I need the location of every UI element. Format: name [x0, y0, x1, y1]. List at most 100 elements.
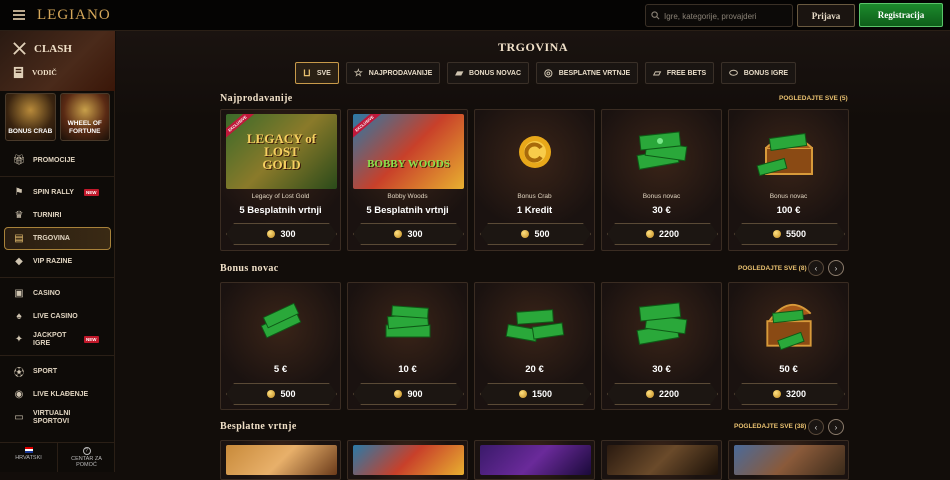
guide-icon — [13, 66, 24, 79]
price-value: 900 — [407, 389, 423, 399]
coin-icon — [267, 390, 276, 398]
game-thumbnail — [226, 445, 337, 475]
price-value: 2200 — [658, 389, 680, 399]
nav-label: TURNIRI — [33, 211, 62, 219]
vodic-link[interactable]: VODIČ — [12, 66, 57, 79]
sidebar-item-vip-razine[interactable]: ◆ VIP RAZINE — [0, 250, 115, 273]
spin-icon: ◎ — [544, 67, 553, 79]
jackpot-icon: ✦ — [14, 334, 24, 345]
price-button[interactable]: 300 — [353, 223, 464, 245]
shop-card[interactable]: 50 € 3200 — [728, 282, 849, 410]
new-badge: NEW — [84, 189, 99, 196]
filter-bonus-igre[interactable]: ⬭ BONUS IGRE — [721, 62, 797, 84]
sidebar-item-live-kladenje[interactable]: ◉ LIVE KLAĐENJE — [0, 383, 115, 406]
view-all-najprodavanije[interactable]: POGLEDAJTE SVE (5) — [779, 95, 848, 102]
view-all-besplatne-vrtnje[interactable]: POGLEDAJTE SVE (38) — [734, 423, 806, 430]
help-icon: ? — [82, 447, 91, 455]
nav-label: JACKPOT IGRE — [33, 331, 67, 347]
chevron-right-icon: › — [834, 263, 838, 273]
price-button[interactable]: 900 — [353, 383, 464, 405]
shop-card[interactable]: 30 € 2200 — [601, 282, 722, 410]
view-all-bonus-novac[interactable]: POGLEDAJTE SVE (8) — [738, 265, 807, 272]
sidebar-item-live-casino[interactable]: ♠ LIVE CASINO — [0, 305, 115, 328]
shop-card[interactable] — [220, 440, 341, 480]
filter-label: BONUS IGRE — [743, 69, 789, 77]
sidebar-item-turniri[interactable]: ♛ TURNIRI — [0, 204, 115, 227]
logo[interactable]: LEGIANO — [37, 7, 111, 24]
filter-free-bets[interactable]: ▱ FREE BETS — [645, 62, 715, 84]
virtual-icon: ▭ — [14, 412, 24, 423]
nav-label: LIVE CASINO — [33, 312, 78, 320]
sidebar-item-casino[interactable]: ▣ CASINO — [0, 282, 115, 305]
diamond-icon: ◆ — [15, 256, 23, 267]
tile-label: BONUS CRAB — [8, 128, 53, 135]
slot-icon: ▣ — [14, 288, 24, 299]
price-button[interactable]: 500 — [480, 223, 591, 245]
price-button[interactable]: 5500 — [734, 223, 845, 245]
sidebar-item-sport[interactable]: ⚽︎ SPORT — [0, 360, 115, 383]
scroll-right-button[interactable]: › — [828, 260, 844, 276]
coin-icon — [645, 390, 654, 398]
shop-card[interactable] — [347, 440, 468, 480]
scroll-left-button[interactable]: ‹ — [808, 260, 824, 276]
filter-bonus-novac[interactable]: ▰ BONUS NOVAC — [447, 62, 530, 84]
nav-label: VIP RAZINE — [33, 257, 73, 265]
help-label: CENTAR ZA POMOĆ — [71, 456, 102, 468]
filter-sve[interactable]: ⊔ SVE — [295, 62, 339, 84]
filter-label: FREE BETS — [666, 69, 707, 77]
sidebar-item-promocije[interactable]: 🎁︎ PROMOCIJE — [0, 149, 115, 172]
price-value: 300 — [407, 229, 423, 239]
price-value: 500 — [534, 229, 550, 239]
filter-besplatne-vrtnje[interactable]: ◎ BESPLATNE VRTNJE — [536, 62, 639, 84]
crab-coin-icon — [518, 136, 551, 168]
shop-card[interactable]: Bonus novac 100 € 5500 — [728, 109, 849, 251]
shop-card[interactable]: Bonus Crab 1 Kredit 500 — [474, 109, 595, 251]
sidebar-item-trgovina[interactable]: ▤ TRGOVINA — [4, 227, 111, 250]
sidebar-item-jackpot-igre[interactable]: ✦ JACKPOT IGRE NEW — [0, 328, 115, 351]
price-button[interactable]: 500 — [226, 383, 337, 405]
shop-card[interactable] — [601, 440, 722, 480]
price-button[interactable]: 2200 — [607, 223, 718, 245]
login-button[interactable]: Prijava — [797, 4, 855, 27]
coin-icon — [518, 390, 527, 398]
shop-card[interactable] — [728, 440, 849, 480]
filter-label: BONUS NOVAC — [469, 69, 522, 77]
shop-card[interactable] — [474, 440, 595, 480]
price-button[interactable]: 3200 — [734, 383, 845, 405]
menu-icon[interactable] — [13, 10, 25, 20]
treasure-chest-icon — [756, 132, 813, 177]
sidebar-item-spin-rally[interactable]: ⚑ SPIN RALLY NEW — [0, 181, 115, 204]
game-thumbnail — [353, 445, 464, 475]
cash-stack-icon — [385, 305, 430, 338]
price-button[interactable]: 1500 — [480, 383, 591, 405]
shop-card[interactable]: Bonus novac 30 € 2200 — [601, 109, 722, 251]
page-title: TRGOVINA — [497, 40, 568, 54]
filter-label: NAJPRODAVANIJE — [368, 69, 433, 77]
help-center-link[interactable]: ? CENTAR ZA POMOĆ — [58, 443, 115, 472]
shop-card[interactable]: EXCLUSIVE LEGACY of LOST GOLD Legacy of … — [220, 109, 341, 251]
shop-card[interactable]: 20 € 1500 — [474, 282, 595, 410]
star-icon: ☆ — [353, 67, 363, 79]
clash-link[interactable]: CLASH — [12, 41, 72, 56]
price-value: 5500 — [785, 229, 807, 239]
sidebar-item-virtualni-sportovi[interactable]: ▭ VIRTUALNI SPORTOVI — [0, 406, 115, 429]
row-bonus-novac: 5 € 500 10 € 900 20 € 1500 30 € 2200 50 … — [220, 282, 849, 410]
bonus-crab-tile[interactable]: BONUS CRAB — [5, 93, 56, 141]
cash-stack-icon — [636, 302, 687, 345]
card-value: 5 Besplatnih vrtnji — [239, 205, 322, 216]
scroll-right-button[interactable]: › — [828, 419, 844, 435]
filter-label: SVE — [316, 69, 331, 77]
language-switch[interactable]: HRVATSKI — [0, 443, 58, 472]
price-button[interactable]: 2200 — [607, 383, 718, 405]
scroll-left-button[interactable]: ‹ — [808, 419, 824, 435]
price-button[interactable]: 300 — [226, 223, 337, 245]
shop-card[interactable]: 5 € 500 — [220, 282, 341, 410]
register-button[interactable]: Registracija — [859, 3, 943, 27]
filter-najprodavanije[interactable]: ☆ NAJPRODAVANIJE — [345, 62, 441, 84]
search-box[interactable] — [645, 4, 793, 27]
shop-card[interactable]: 10 € 900 — [347, 282, 468, 410]
wheel-of-fortune-tile[interactable]: WHEEL OF FORTUNE — [59, 93, 110, 141]
search-input[interactable] — [664, 8, 790, 24]
shop-card[interactable]: EXCLUSIVE BOBBY WOODS Bobby Woods 5 Besp… — [347, 109, 468, 251]
nav-group-1: 🎁︎ PROMOCIJE ⚑ SPIN RALLY NEW ♛ TURNIRI ▤ TRG… — [0, 149, 115, 429]
